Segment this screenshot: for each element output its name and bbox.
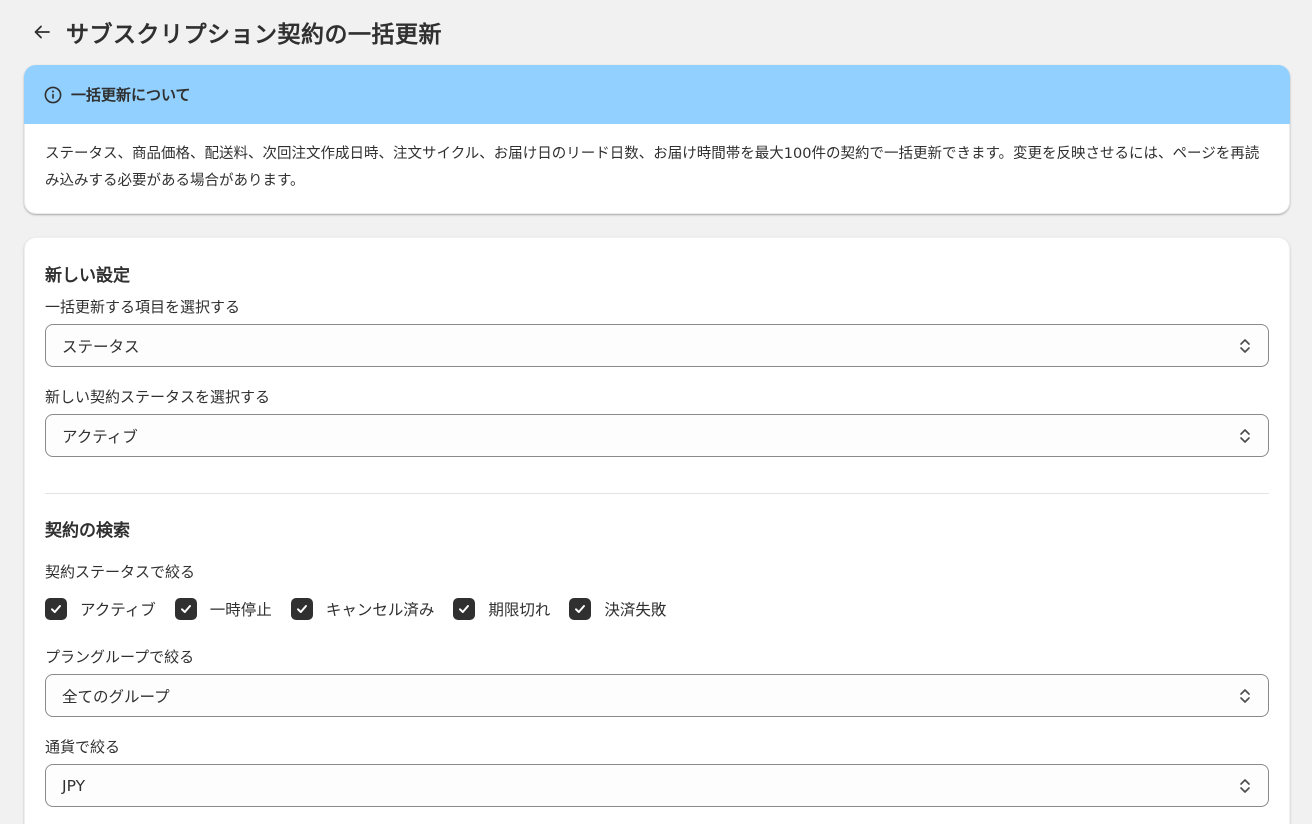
plan-group-select[interactable]: 全てのグループ — [45, 674, 1269, 717]
checkbox-label: 一時停止 — [209, 601, 272, 619]
info-body: ステータス、商品価格、配送料、次回注文作成日時、注文サイクル、お届け日のリード日… — [45, 146, 1260, 189]
currency-label: 通貨で絞る — [45, 738, 121, 756]
select-chevron-icon — [1240, 339, 1250, 353]
item-select-value: ステータス — [62, 337, 140, 356]
item-select-label: 一括更新する項目を選択する — [45, 298, 241, 316]
select-chevron-icon — [1240, 689, 1250, 703]
plan-group-label: プラングループで絞る — [45, 648, 195, 666]
info-icon — [44, 86, 62, 104]
checkbox-checked[interactable] — [45, 598, 67, 620]
info-card: 一括更新について ステータス、商品価格、配送料、次回注文作成日時、注文サイクル、… — [24, 65, 1290, 214]
checkbox-label: キャンセル済み — [325, 601, 435, 619]
checkbox-paused[interactable]: 一時停止 — [174, 598, 272, 620]
status-select-label: 新しい契約ステータスを選択する — [45, 388, 271, 406]
checkbox-checked[interactable] — [290, 598, 313, 620]
checkbox-label: 決済失敗 — [604, 601, 667, 619]
status-select-value: アクティブ — [62, 427, 138, 446]
checkbox-expired[interactable]: 期限切れ — [453, 598, 550, 620]
checkbox-label: アクティブ — [80, 601, 156, 619]
page: サブスクリプション契約の一括更新 一括更新について ステータス、商品価格、配送料… — [0, 0, 1312, 824]
checkmark-icon — [51, 605, 61, 613]
status-filter-label: 契約ステータスで絞る — [45, 563, 196, 581]
currency-select[interactable]: JPY — [45, 764, 1269, 807]
info-banner: 一括更新について — [24, 65, 1290, 124]
select-chevron-icon — [1240, 779, 1250, 793]
select-chevron-icon — [1240, 429, 1250, 443]
checkmark-icon — [575, 605, 586, 613]
checkbox-checked[interactable] — [569, 598, 592, 620]
settings-card: 新しい設定 一括更新する項目を選択する ステータス 新しい契約ステータスを選択す… — [24, 237, 1290, 824]
arrow-left-icon — [34, 25, 50, 39]
status-select[interactable]: アクティブ — [45, 414, 1269, 457]
item-select[interactable]: ステータス — [45, 324, 1269, 367]
checkbox-active[interactable]: アクティブ — [45, 598, 156, 620]
back-button[interactable] — [28, 18, 56, 46]
search-title: 契約の検索 — [45, 521, 130, 541]
checkmark-icon — [296, 605, 307, 613]
new-settings-title: 新しい設定 — [45, 266, 130, 286]
info-title: 一括更新について — [71, 86, 191, 104]
status-checkbox-group: アクティブ 一時停止 キャンセル済み 期限切れ 決済失敗 — [45, 597, 685, 621]
checkmark-icon — [180, 605, 191, 613]
plan-group-value: 全てのグループ — [62, 687, 170, 706]
checkbox-cancelled[interactable]: キャンセル済み — [290, 598, 435, 620]
currency-value: JPY — [62, 776, 86, 795]
page-header: サブスクリプション契約の一括更新 — [28, 14, 442, 50]
checkbox-label: 期限切れ — [488, 601, 551, 619]
section-divider — [45, 493, 1269, 494]
checkbox-payment-failed[interactable]: 決済失敗 — [569, 598, 666, 620]
page-title: サブスクリプション契約の一括更新 — [66, 22, 442, 48]
checkbox-checked[interactable] — [453, 598, 476, 620]
checkbox-checked[interactable] — [174, 598, 197, 620]
checkmark-icon — [459, 605, 470, 613]
